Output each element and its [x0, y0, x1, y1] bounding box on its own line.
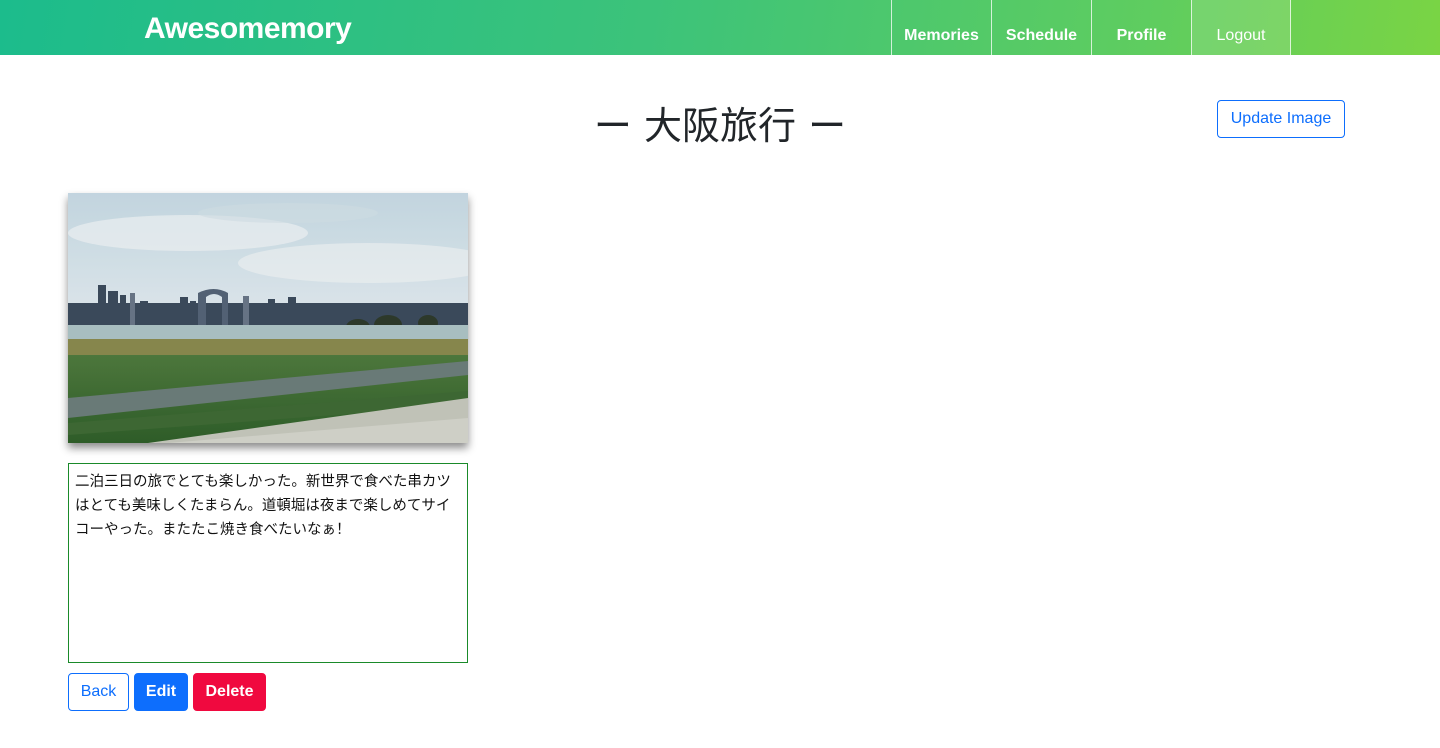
- nav-profile[interactable]: Profile: [1091, 0, 1191, 55]
- nav-menu: Memories Schedule Profile Logout: [891, 0, 1291, 55]
- back-button[interactable]: Back: [68, 673, 129, 711]
- update-image-button[interactable]: Update Image: [1217, 100, 1345, 138]
- delete-button[interactable]: Delete: [193, 673, 266, 711]
- edit-button[interactable]: Edit: [134, 673, 188, 711]
- memory-photo: [68, 193, 468, 443]
- nav-memories[interactable]: Memories: [891, 0, 991, 55]
- memo-textarea[interactable]: 二泊三日の旅でとても楽しかった。新世界で食べた串カツはとても美味しくたまらん。道…: [68, 463, 468, 663]
- nav-schedule[interactable]: Schedule: [991, 0, 1091, 55]
- brand-logo[interactable]: Awesomemory: [144, 12, 352, 46]
- action-buttons: Back Edit Delete: [68, 673, 266, 711]
- nav-logout[interactable]: Logout: [1191, 0, 1291, 55]
- navbar: Awesomemory Memories Schedule Profile Lo…: [0, 0, 1440, 55]
